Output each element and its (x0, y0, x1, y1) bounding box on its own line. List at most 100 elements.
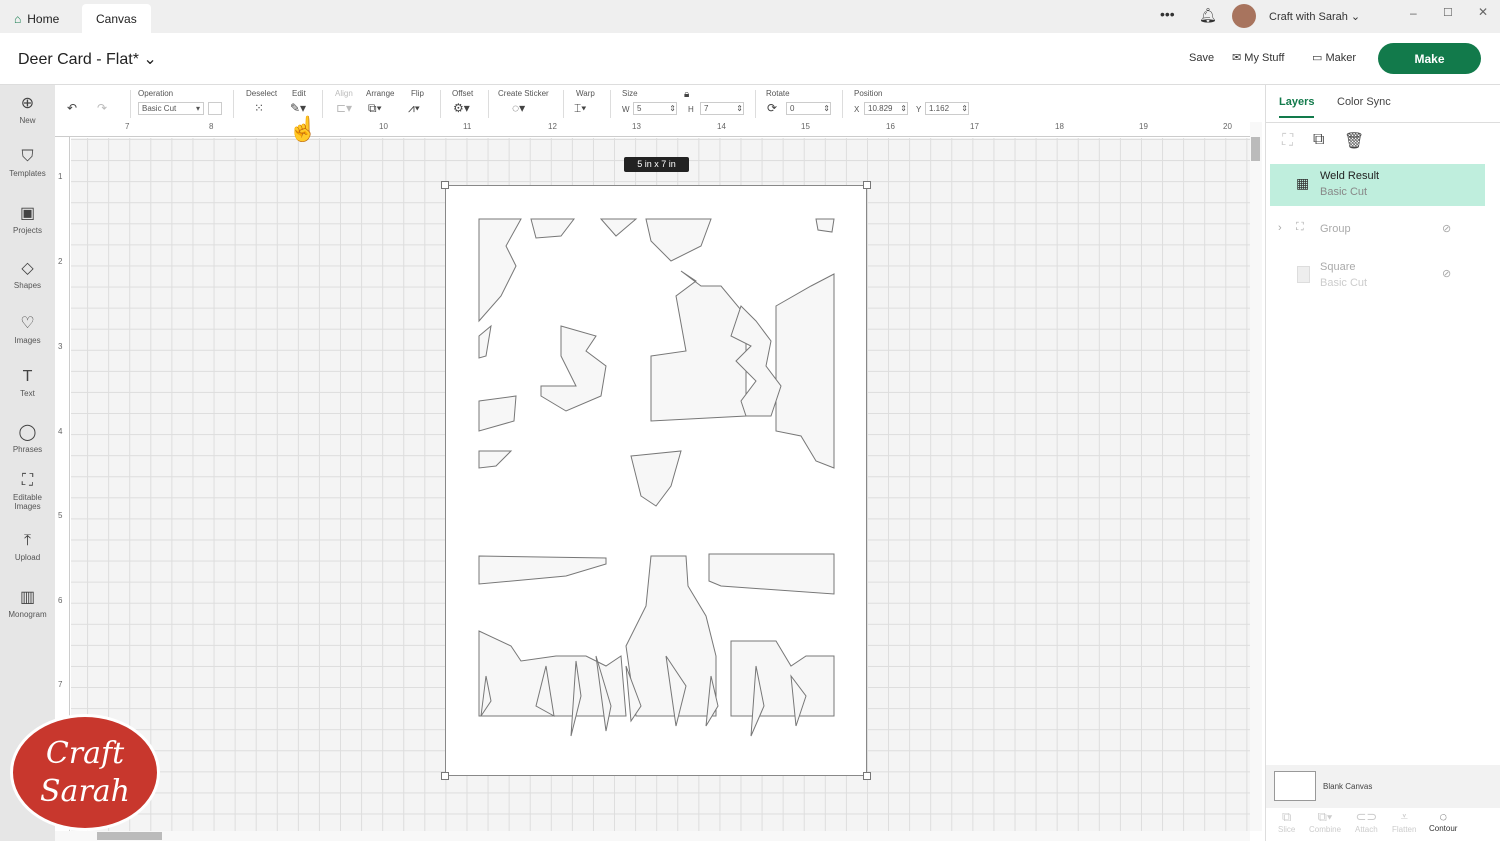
y-input[interactable]: 1.162 ⇕ (925, 102, 969, 115)
deselect-icon[interactable]: ⁙ (254, 101, 264, 115)
bell-icon[interactable]: 🔔︎ (1199, 7, 1217, 24)
horizontal-scrollbar[interactable] (55, 831, 1250, 841)
combine-button[interactable]: ⧉▾ Combine (1309, 809, 1341, 834)
height-input[interactable]: 7 ⇕ (700, 102, 744, 115)
arrange-icon[interactable]: ⧉▾ (368, 101, 382, 116)
combine-icon: ⧉▾ (1317, 809, 1333, 824)
group-icon[interactable]: ⛶ (1282, 132, 1293, 150)
hidden-eye-icon[interactable]: ⊘ (1442, 222, 1451, 235)
warp-icon[interactable]: ⌶▾ (574, 101, 586, 116)
account-menu[interactable]: Craft with Sarah ⌄ (1269, 10, 1360, 23)
save-button[interactable]: Save (1189, 52, 1214, 64)
rotate-input[interactable]: 0 ⇕ (786, 102, 831, 115)
chevron-right-icon[interactable]: › (1278, 222, 1282, 234)
horizontal-ruler: 78 10 11 12 13 14 15 16 17 18 19 20 (55, 122, 1250, 137)
color-swatch[interactable] (208, 102, 222, 115)
resize-handle[interactable] (441, 772, 449, 780)
text-icon: T (22, 368, 33, 385)
flatten-icon: ⩡ (1400, 809, 1408, 824)
trash-icon[interactable]: 🗑︎ (1344, 131, 1364, 151)
my-stuff-button[interactable]: ✉ My Stuff (1232, 51, 1284, 64)
sticker-icon[interactable]: ◌▾ (512, 101, 525, 115)
x-input[interactable]: 10.829 ⇕ (864, 102, 908, 115)
create-sticker-label: Create Sticker (498, 89, 549, 98)
duplicate-icon[interactable]: ⧉ (1313, 131, 1324, 149)
sidebar-item-new[interactable]: ⊕ New (0, 93, 55, 125)
hand-cursor-icon: ☝ (288, 116, 318, 143)
shirt-icon: ⛉ (21, 148, 34, 165)
sidebar-item-shapes[interactable]: ◇ Shapes (0, 258, 55, 290)
bottom-actions: ⧉ Slice ⧉▾ Combine ⊂⊃ Attach ⩡ Flatten ◌ Cont… (1266, 807, 1500, 841)
project-title[interactable]: Deer Card - Flat* ⌄ (18, 49, 157, 69)
resize-handle[interactable] (863, 772, 871, 780)
plus-circle-icon: ⊕ (20, 95, 35, 112)
maker-button[interactable]: ▭ Maker (1312, 51, 1356, 64)
lock-icon[interactable]: 🔒︎ (684, 89, 689, 100)
tab-layers[interactable]: Layers (1279, 96, 1315, 118)
resize-handle[interactable] (863, 181, 871, 189)
close-button[interactable]: ✕ (1478, 5, 1488, 19)
top-bar: ⌂ Home Canvas ••• 🔔︎ Craft with Sarah ⌄ –… (0, 0, 1500, 33)
more-icon[interactable]: ••• (1160, 6, 1175, 22)
width-input[interactable]: 5 ⇕ (633, 102, 677, 115)
flip-label: Flip (411, 89, 424, 98)
layer-thumbnail: ▦ (1296, 175, 1310, 191)
sidebar-item-images[interactable]: ♡ Images (0, 313, 55, 345)
make-button[interactable]: Make (1378, 43, 1481, 74)
machine-icon: ▭ (1312, 52, 1323, 64)
size-tooltip: 5 in x 7 in (624, 157, 689, 172)
sidebar-item-templates[interactable]: ⛉ Templates (0, 148, 55, 178)
attach-button[interactable]: ⊂⊃ Attach (1355, 809, 1378, 834)
rotate-label: Rotate (766, 89, 790, 98)
bulb-icon: ♡ (20, 315, 35, 332)
flip-icon[interactable]: ⩘▾ (408, 101, 420, 116)
avatar[interactable] (1232, 4, 1256, 28)
rotate-icon: ⟳ (767, 101, 778, 115)
size-label: Size (622, 89, 638, 98)
deer-scene-artwork (478, 218, 835, 737)
editable-image-icon: ⛶ (21, 472, 34, 489)
monogram-icon: ▥ (19, 589, 36, 606)
layer-weld-result[interactable]: ▦ Weld Result Basic Cut (1270, 164, 1485, 206)
minimize-button[interactable]: – (1410, 6, 1417, 20)
mail-icon: ✉ (1232, 52, 1242, 64)
sidebar-item-text[interactable]: T Text (0, 368, 55, 398)
offset-label: Offset (452, 89, 474, 98)
weld-result-design[interactable] (441, 181, 871, 780)
sidebar-item-monogram[interactable]: ▥ Monogram (0, 587, 55, 619)
shapes-icon: ◇ (21, 260, 34, 277)
sidebar-item-editable-images[interactable]: ⛶ Editable Images (0, 472, 55, 511)
contour-button[interactable]: ◌ Contour (1429, 809, 1457, 833)
sidebar-item-projects[interactable]: ▣ Projects (0, 203, 55, 235)
tab-home[interactable]: ⌂ Home (0, 4, 73, 33)
blank-canvas-row[interactable]: Blank Canvas (1266, 765, 1500, 808)
sidebar-item-upload[interactable]: ⤒ Upload (0, 532, 55, 562)
sidebar-item-phrases[interactable]: ◯ Phrases (0, 422, 55, 454)
align-label: Align (335, 89, 353, 98)
offset-icon[interactable]: ⚙▾ (453, 101, 470, 115)
operation-select[interactable]: Basic Cut ▾ (138, 102, 204, 115)
vertical-scrollbar[interactable] (1250, 122, 1262, 831)
maximize-button[interactable]: ☐ (1443, 6, 1453, 19)
align-icon[interactable]: ⊏▾ (336, 101, 352, 115)
edit-pencil-icon[interactable]: ✎▾ (290, 101, 306, 115)
layer-square[interactable]: Square Basic Cut ⊘ (1270, 261, 1485, 303)
deselect-label: Deselect (246, 89, 278, 98)
layer-group[interactable]: › ⛶ Group ⊘ (1270, 216, 1485, 258)
edit-label: Edit (292, 89, 306, 98)
redo-icon[interactable]: ↷ (97, 101, 107, 115)
tab-canvas[interactable]: Canvas (82, 4, 151, 33)
tab-color-sync[interactable]: Color Sync (1337, 96, 1391, 108)
warp-label: Warp (576, 89, 595, 98)
slice-button[interactable]: ⧉ Slice (1278, 809, 1295, 834)
hidden-eye-icon[interactable]: ⊘ (1442, 267, 1451, 280)
craft-with-sarah-logo: Craft Sarah (10, 714, 160, 831)
operation-label: Operation (138, 89, 174, 98)
slice-icon: ⧉ (1282, 809, 1292, 824)
resize-handle[interactable] (441, 181, 449, 189)
group-icon: ⛶ (1296, 221, 1304, 233)
project-header: Deer Card - Flat* ⌄ Save ✉ My Stuff ▭ Ma… (0, 33, 1500, 85)
flatten-button[interactable]: ⩡ Flatten (1392, 809, 1416, 834)
undo-icon[interactable]: ↶ (67, 101, 77, 115)
layer-thumbnail (1297, 266, 1310, 283)
